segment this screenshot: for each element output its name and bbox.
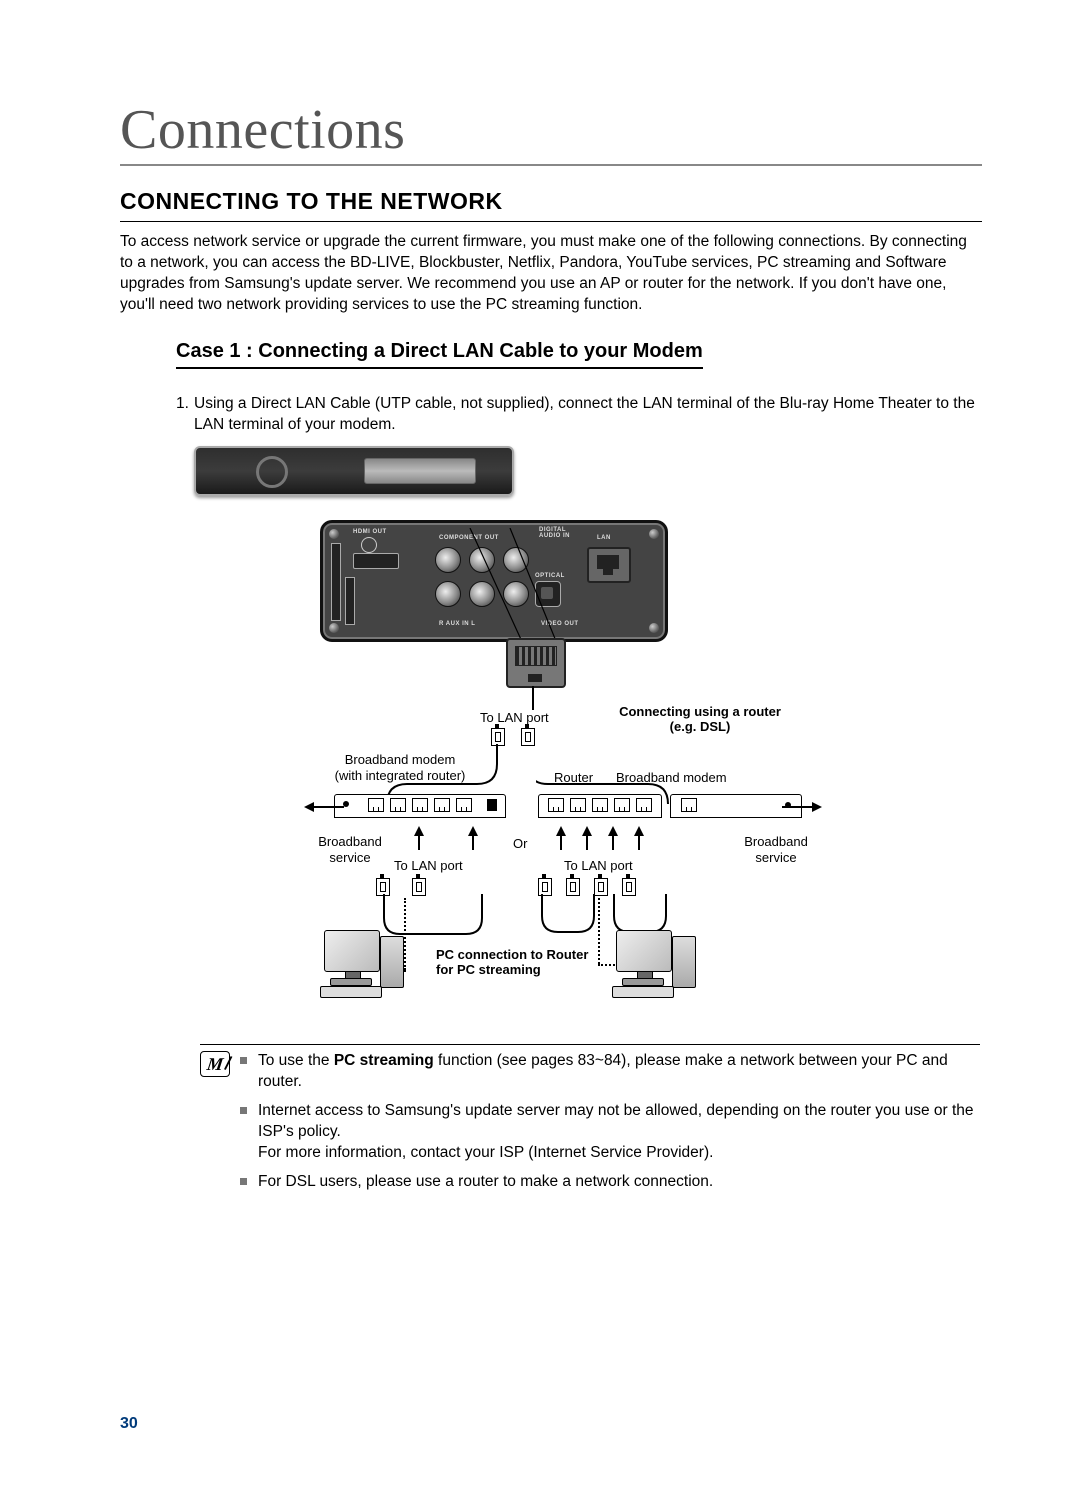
note-block: M To use the PC streaming function (see … [200, 1051, 982, 1201]
intro-paragraph: To access network service or upgrade the… [120, 232, 982, 316]
arrow-up-icon [414, 826, 424, 836]
modem-integrated-icon [334, 794, 506, 818]
callout-lines-icon [560, 540, 690, 656]
label-broadband-service-left: Broadband service [310, 834, 390, 865]
hdmi-port-icon [353, 553, 399, 569]
cable-icon [532, 686, 534, 710]
step-1-number: 1. [176, 394, 194, 415]
arrow-up-icon [608, 826, 618, 836]
arrow-right-icon [812, 802, 822, 812]
page-number: 30 [120, 1415, 138, 1433]
router-icon [538, 794, 662, 818]
label-broadband-modem-integrated: Broadband modem (with integrated router) [320, 752, 480, 783]
note-item-3: For DSL users, please use a router to ma… [240, 1172, 982, 1193]
arrow-left-icon [304, 802, 314, 812]
label-broadband-service-right: Broadband service [736, 834, 816, 865]
label-or: Or [513, 836, 527, 851]
pc-icon [612, 930, 698, 996]
arrow-up-icon [634, 826, 644, 836]
note-item-1: To use the PC streaming function (see pa… [240, 1051, 982, 1093]
label-router: Router [554, 770, 593, 785]
note-item-2: Internet access to Samsung's update serv… [240, 1101, 982, 1164]
arrow-up-icon [556, 826, 566, 836]
note-icon: M [200, 1051, 230, 1077]
lan-port-closeup-icon [506, 638, 566, 688]
section-heading: CONNECTING TO THE NETWORK [120, 188, 982, 222]
step-1-text: Using a Direct LAN Cable (UTP cable, not… [194, 395, 975, 433]
label-to-lan-port-right: To LAN port [564, 858, 633, 873]
label-broadband-modem: Broadband modem [616, 770, 727, 785]
bluray-front-icon [194, 446, 514, 496]
label-to-lan-port-left: To LAN port [394, 858, 463, 873]
label-to-lan-port-top: To LAN port [480, 710, 549, 725]
note-divider [200, 1044, 980, 1045]
arrow-up-icon [582, 826, 592, 836]
step-1: 1.Using a Direct LAN Cable (UTP cable, n… [176, 394, 982, 436]
pc-icon [320, 930, 406, 996]
connection-diagram: HDMI OUT COMPONENT OUT DIGITAL AUDIO IN … [200, 454, 880, 994]
label-pc-connection: PC connection to Router for PC streaming [436, 948, 606, 978]
page-title: Connections [120, 98, 982, 166]
label-hdmi-out: HDMI OUT [353, 529, 387, 535]
label-connecting-using-router: Connecting using a router (e.g. DSL) [600, 704, 800, 734]
arrow-up-icon [468, 826, 478, 836]
case-heading: Case 1 : Connecting a Direct LAN Cable t… [176, 338, 703, 369]
